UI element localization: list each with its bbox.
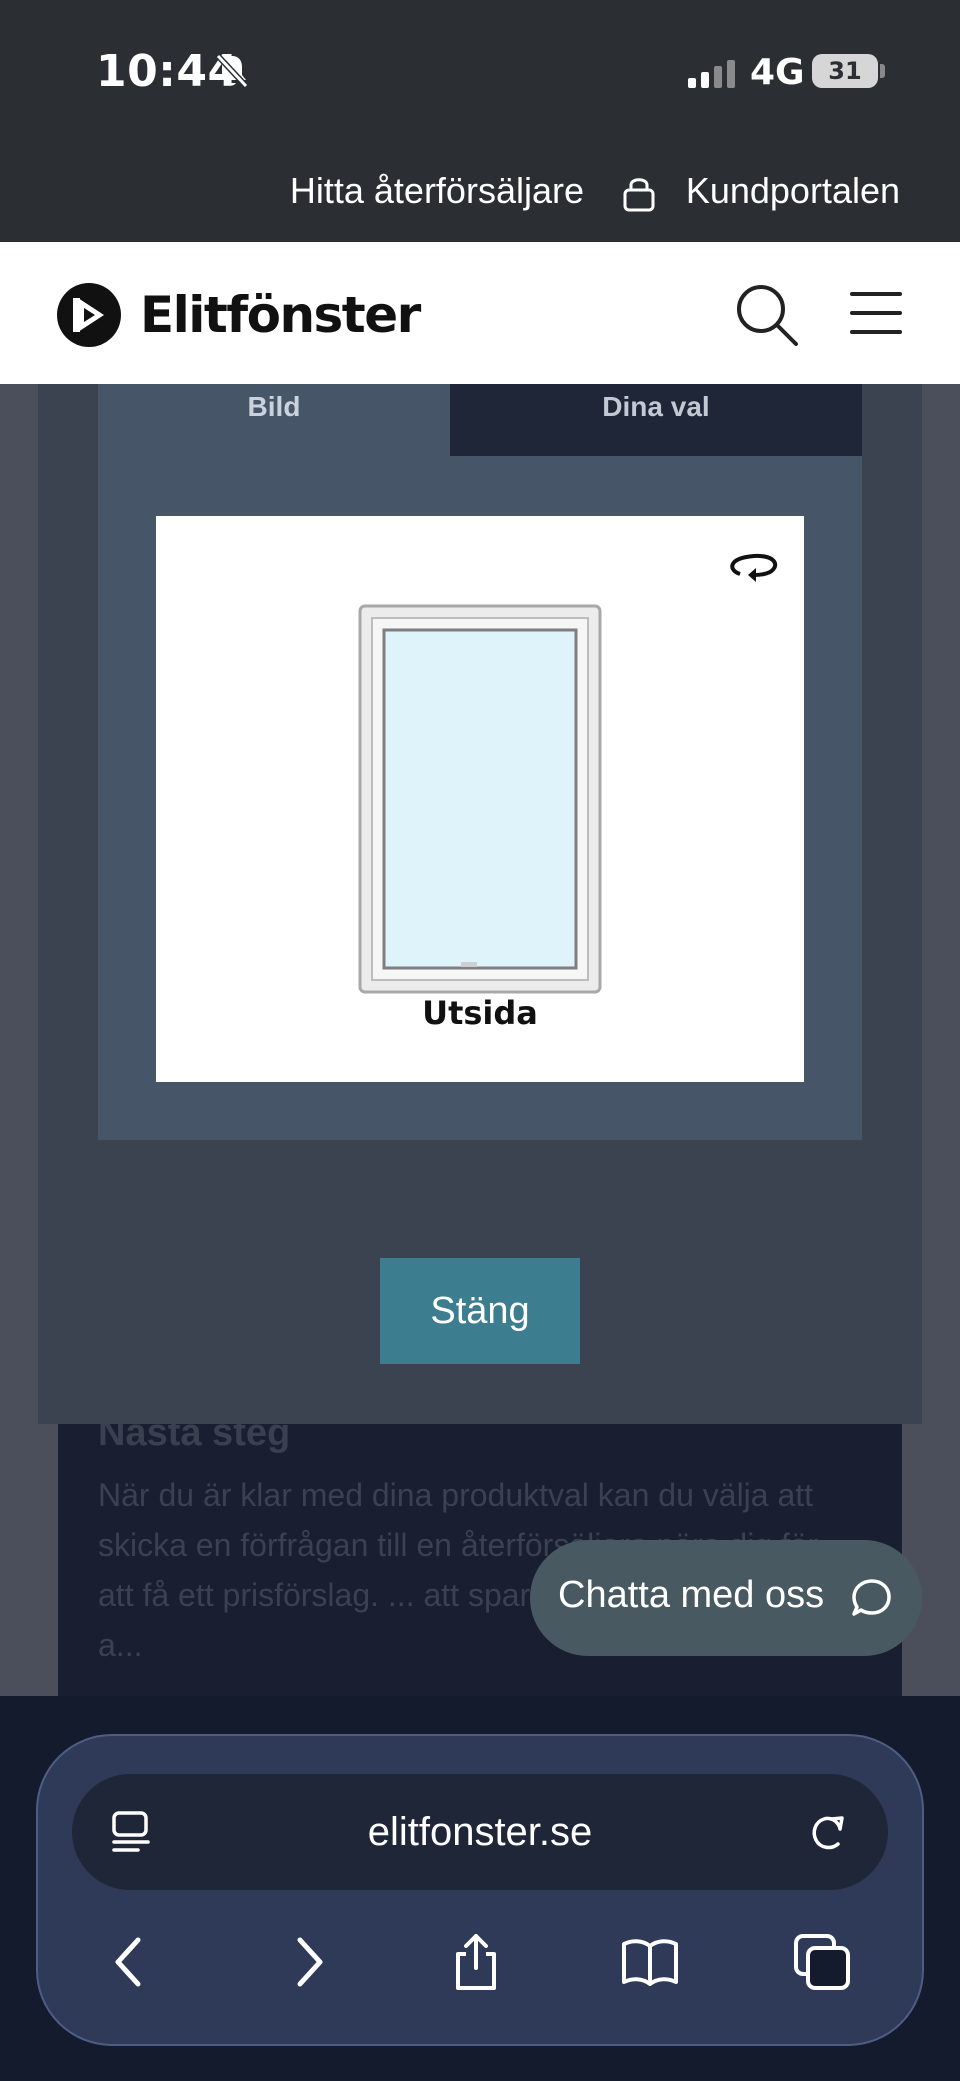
bookmarks-icon[interactable] <box>620 1932 680 1992</box>
bell-off-icon <box>215 53 249 89</box>
chat-button[interactable]: Chatta med oss <box>530 1540 922 1656</box>
chat-bubble-icon <box>852 1579 891 1616</box>
screen: 10:44 4G 31 Hitta återförsäljare Kundpor… <box>0 0 960 2081</box>
lock-icon <box>623 178 655 212</box>
rotate-icon[interactable] <box>726 546 782 586</box>
menu-icon[interactable] <box>850 288 902 338</box>
modal-tabs: Bild Dina val <box>98 384 862 456</box>
back-icon[interactable] <box>100 1932 160 1992</box>
site-header: Elitfönster <box>0 242 960 384</box>
share-icon[interactable] <box>446 1932 506 1992</box>
logo-mark[interactable] <box>56 282 122 348</box>
battery-indicator: 31 <box>812 54 878 88</box>
search-icon[interactable] <box>734 282 800 348</box>
customer-portal-link[interactable]: Kundportalen <box>686 170 900 212</box>
chat-label: Chatta med oss <box>558 1574 825 1616</box>
find-dealer-link[interactable]: Hitta återförsäljare <box>290 170 584 212</box>
tabs-icon[interactable] <box>792 1932 852 1992</box>
tab-bild[interactable]: Bild <box>98 384 450 456</box>
battery-cap <box>880 64 885 78</box>
reader-icon[interactable] <box>110 1810 152 1856</box>
forward-icon[interactable] <box>278 1932 338 1992</box>
window-drawing <box>358 604 602 994</box>
reload-icon[interactable] <box>806 1810 850 1856</box>
status-bar: 10:44 4G 31 <box>0 0 960 140</box>
signal-icon <box>688 60 735 88</box>
top-links-bar: Hitta återförsäljare Kundportalen <box>0 140 960 242</box>
address-text[interactable]: elitfonster.se <box>72 1774 888 1890</box>
close-button[interactable]: Stäng <box>380 1258 580 1364</box>
network-label: 4G <box>750 52 805 93</box>
preview-caption: Utsida <box>422 994 538 1032</box>
logo-text[interactable]: Elitfönster <box>140 286 421 344</box>
tab-dina-val[interactable]: Dina val <box>450 384 862 456</box>
